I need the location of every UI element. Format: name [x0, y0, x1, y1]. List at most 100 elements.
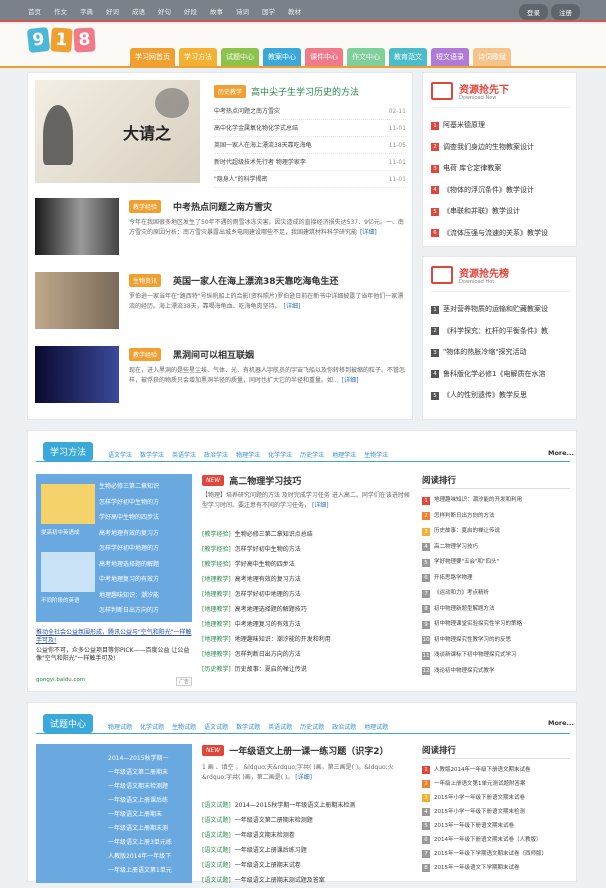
subnav-link[interactable]: 物理学法 [236, 452, 260, 459]
main-nav-tab[interactable]: 学习网首页 [130, 48, 175, 66]
resource-item[interactable]: 4 《物体的浮沉条件》教学设计 [431, 180, 573, 202]
list-item[interactable]: [地理教学] 怎样学好初中地理的方法 [202, 587, 414, 602]
list-item[interactable]: [语文试题] 一年级语文期末检测卷 [202, 828, 414, 843]
list-item-category[interactable]: [教学经验] [202, 531, 231, 538]
resource-item[interactable]: 5 《人的性别遗传》教学反思 [431, 385, 573, 407]
subnav-link[interactable]: 英语学法 [172, 452, 196, 459]
left-list-item[interactable]: 怎样判断日出方向的方 [99, 603, 189, 619]
left-list-item[interactable]: 一年级语文上册期末测 [108, 822, 190, 836]
top-nav-item[interactable]: 首页 [28, 6, 41, 16]
main-nav-tab[interactable]: 诗词歌赋 [473, 48, 511, 66]
list-item-category[interactable]: [地理教学] [202, 651, 231, 658]
rank-item[interactable]: 11 浅谈新课标下初中物理探究式学习 [422, 648, 572, 664]
rank-item[interactable]: 2 一年级上册语文第1单元测试题附答案 [422, 777, 572, 791]
rank-item[interactable]: 10 初中物理探究性教学习的的反思 [422, 633, 572, 649]
study-image-2[interactable] [41, 552, 95, 592]
article-detail-link[interactable]: [详细] [360, 229, 377, 236]
subnav-link[interactable]: 生物学法 [364, 452, 388, 459]
subnav-link[interactable]: 化学试题 [140, 724, 164, 731]
list-item[interactable]: [教学经验] 生物必修三第二章知识点总结 [202, 527, 414, 542]
study-top-link[interactable]: [详细] [312, 502, 329, 509]
article-tag[interactable]: 教学经验 [129, 200, 162, 213]
list-item[interactable]: [语文试题] 一年级语文上册期末测试题及答案 [202, 873, 414, 888]
main-nav-tab[interactable]: 教育范文 [389, 48, 427, 66]
list-item[interactable]: [语文试题] 一年级语文第二册期末检测题 [202, 813, 414, 828]
subnav-link[interactable]: 英语试题 [268, 724, 292, 731]
rank-item[interactable]: 2 怎样判断日出方向的方法 [422, 509, 572, 525]
main-nav-tab[interactable]: 试题中心 [221, 48, 259, 66]
article-detail-link[interactable]: [详细] [342, 377, 359, 384]
top-nav-item[interactable]: 好词 [106, 6, 119, 16]
rank-item[interactable]: 3 2015年小学一年级下册语文期末试卷 [422, 791, 572, 805]
featured-list-item[interactable]: 英国一家人在海上漂流38天靠吃海龟 11-05 [214, 137, 406, 154]
top-nav-item[interactable]: 作文 [54, 6, 67, 16]
subnav-link[interactable]: 数学学法 [140, 452, 164, 459]
list-item[interactable]: [地理教学] 高考地理选择题的解题技巧 [202, 602, 414, 617]
subnav-link[interactable]: 历史学法 [300, 452, 324, 459]
subnav-link[interactable]: 地理试题 [364, 724, 388, 731]
exam-more-link[interactable]: More... [548, 719, 574, 727]
list-item-category[interactable]: [地理教学] [202, 621, 231, 628]
article-tag[interactable]: 生物资讯 [129, 274, 162, 287]
article-image[interactable] [35, 346, 119, 403]
rank-item[interactable]: 1 地理趣味知识：潮汐能的开发和利用 [422, 493, 572, 509]
rank-item[interactable]: 1 人教版2014年一年级下册语文期末试卷 [422, 763, 572, 777]
rank-item[interactable]: 6 开拓思路学物理 [422, 571, 572, 587]
featured-title[interactable]: 高中尖子生学习历史的方法 [251, 85, 359, 98]
article-title[interactable]: 中考热点问题之南方雪灾 [173, 200, 272, 213]
subnav-link[interactable]: 地理学法 [332, 452, 356, 459]
featured-list-item[interactable]: 高中化学金属氧化物化学式总结 11-01 [214, 120, 406, 137]
rank-item[interactable]: 8 2015年一年级语文下学期期末试卷 [422, 861, 572, 875]
left-list-item[interactable]: 高考地理选择题的解题 [99, 557, 189, 573]
left-list-item[interactable]: 一年级语文期末检测题 [108, 780, 190, 794]
left-list-item[interactable]: 怎样学好初中地理的方 [99, 541, 189, 557]
list-item-category[interactable]: [地理教学] [202, 591, 231, 598]
list-item-category[interactable]: [地理教学] [202, 636, 231, 643]
left-list-item[interactable]: 一年级上册语文第1单元 [108, 864, 190, 878]
exam-top-title[interactable]: 一年级语文上册一课一练习题（识字2） [229, 744, 388, 757]
subnav-link[interactable]: 政治试题 [332, 724, 356, 731]
resource-item[interactable]: 5 《串联和并联》教学设计 [431, 201, 573, 223]
featured-image[interactable]: 大请之 [35, 80, 200, 183]
list-item[interactable]: [历史教学] 历史故事：夏启的禅让传说 [202, 662, 414, 677]
article-image[interactable] [35, 198, 119, 255]
list-item[interactable]: [地理教学] 高考地理有效的复习方法 [202, 572, 414, 587]
featured-list-item[interactable]: "隐身人"的科学揭密 11-01 [214, 171, 406, 188]
subnav-link[interactable]: 语文试题 [204, 724, 228, 731]
left-list-item[interactable]: 一年级语文第二册期末 [108, 766, 190, 780]
left-list-item[interactable]: 2014—2015秋学期一 [108, 752, 190, 766]
article-title[interactable]: 黑洞间可以相互联姻 [173, 348, 254, 361]
list-item-category[interactable]: [地理教学] [202, 606, 231, 613]
left-list-item[interactable]: 地理趣味知识：潮汐能 [99, 588, 189, 604]
main-nav-tab[interactable]: 课件中心 [305, 48, 343, 66]
left-list-item[interactable]: 生物必修三第二章知识 [99, 479, 189, 495]
subnav-link[interactable]: 化学学法 [268, 452, 292, 459]
rank-item[interactable]: 4 高二物理学习技巧 [422, 540, 572, 556]
rank-item[interactable]: 9 初中物理课堂实验探究性学习的策略 [422, 617, 572, 633]
top-nav-item[interactable]: 好句 [158, 6, 171, 16]
rank-item[interactable]: 4 2015年小学一年级下册语文期末检测 [422, 805, 572, 819]
left-list-item[interactable]: 一年级语文上册期末 [108, 808, 190, 822]
featured-tag[interactable]: 历史教学 [214, 85, 247, 98]
rank-item[interactable]: 5 2013年一年级下册语文期末试卷 [422, 819, 572, 833]
top-nav-item[interactable]: 诗词 [236, 6, 249, 16]
study-image-2-caption[interactable]: 不同阶段的英语 [41, 596, 80, 604]
main-nav-tab[interactable]: 学习方法 [179, 48, 217, 66]
list-item[interactable]: [地理教学] 怎样判断日出方向的方法 [202, 647, 414, 662]
site-logo[interactable]: 9 1 8 [26, 26, 97, 54]
study-image-1-caption[interactable]: 提高初中英语成 [41, 528, 80, 536]
subnav-link[interactable]: 政治学法 [204, 452, 228, 459]
list-item-category[interactable]: [语文试题] [202, 862, 231, 869]
study-more-link[interactable]: More... [548, 449, 574, 457]
rank-item[interactable]: 6 2014年一年级下册语文期末试卷（人教版） [422, 833, 572, 847]
top-nav-item[interactable]: 教材 [288, 6, 301, 16]
left-list-item[interactable]: 人教版2014年一年级下 [108, 850, 190, 864]
left-list-item[interactable]: 怎样学好初中生物的方 [99, 495, 189, 511]
list-item[interactable]: [语文试题] 一年级语文上册期末试卷 [202, 858, 414, 873]
list-item-category[interactable]: [地理教学] [202, 576, 231, 583]
list-item-category[interactable]: [语文试题] [202, 877, 231, 884]
resource-item[interactable]: 2 《科学探究：杠杆的平衡条件》教 [431, 321, 573, 343]
article-title[interactable]: 英国一家人在海上漂流38天靠吃海龟生还 [173, 274, 339, 287]
study-top-title[interactable]: 高二物理学习技巧 [229, 474, 301, 487]
list-item[interactable]: [地理教学] 中考地理复习的有效方法 [202, 617, 414, 632]
